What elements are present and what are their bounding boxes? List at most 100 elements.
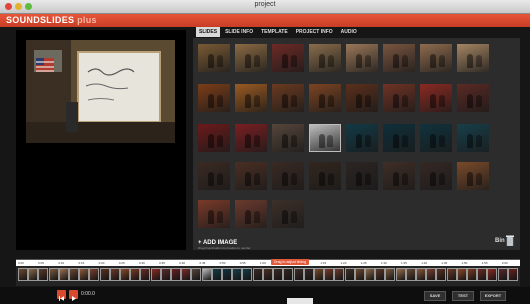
slide-thumbnail[interactable] xyxy=(346,162,378,190)
timeline-frame[interactable] xyxy=(507,268,518,281)
timeline-frame[interactable] xyxy=(385,268,396,281)
timeline-frame[interactable] xyxy=(140,268,151,281)
timeline-frame[interactable] xyxy=(130,268,141,281)
timeline-frame[interactable] xyxy=(69,268,80,281)
test-button[interactable]: TEST xyxy=(452,291,474,301)
slide-thumbnail[interactable] xyxy=(235,44,267,72)
timeline-frame[interactable] xyxy=(334,268,345,281)
timeline-frame[interactable] xyxy=(477,268,488,281)
slide-thumbnail[interactable] xyxy=(457,84,489,112)
timeline-frame[interactable] xyxy=(375,268,386,281)
timeline-frame[interactable] xyxy=(58,268,69,281)
slide-thumbnail[interactable] xyxy=(198,162,230,190)
app-edition: plus xyxy=(77,15,97,25)
timeline-frame[interactable] xyxy=(436,268,447,281)
slide-thumbnail[interactable] xyxy=(272,44,304,72)
timeline-frame[interactable] xyxy=(48,268,59,281)
slide-thumbnail[interactable] xyxy=(383,124,415,152)
slide-thumbnail[interactable] xyxy=(198,124,230,152)
timeline-frame[interactable] xyxy=(395,268,406,281)
timeline-frame[interactable] xyxy=(242,268,253,281)
slide-thumbnail[interactable] xyxy=(420,124,452,152)
slide-thumbnail[interactable] xyxy=(272,84,304,112)
timeline-frame[interactable] xyxy=(99,268,110,281)
slide-thumbnail[interactable] xyxy=(198,84,230,112)
slide-thumbnail[interactable] xyxy=(272,200,304,228)
tab-audio[interactable]: AUDIO xyxy=(338,27,360,37)
tab-template[interactable]: TEMPLATE xyxy=(258,27,291,37)
slide-thumbnail[interactable] xyxy=(346,84,378,112)
timeline-frame[interactable] xyxy=(354,268,365,281)
timeline-frame[interactable] xyxy=(446,268,457,281)
timeline-frame[interactable] xyxy=(201,268,212,281)
timeline-frame[interactable] xyxy=(303,268,314,281)
timeline-frame[interactable] xyxy=(405,268,416,281)
timeline-frame[interactable] xyxy=(160,268,171,281)
timeline-frame[interactable] xyxy=(38,268,49,281)
slide-thumbnail[interactable] xyxy=(309,124,341,152)
slide-thumbnail[interactable] xyxy=(457,124,489,152)
timeline-strip[interactable] xyxy=(18,268,518,281)
timeline[interactable]: 0:00 0:05 0:10 0:15 0:20 0:25 0:30 0:35 0:40 0:45… xyxy=(16,259,520,286)
slide-thumbnail[interactable] xyxy=(272,162,304,190)
timeline-frame[interactable] xyxy=(252,268,263,281)
slide-thumbnail[interactable] xyxy=(309,44,341,72)
export-button[interactable]: EXPORT xyxy=(480,291,506,301)
slide-thumbnail[interactable] xyxy=(235,84,267,112)
timeline-frame[interactable] xyxy=(222,268,233,281)
timeline-frame[interactable] xyxy=(415,268,426,281)
timeline-frame[interactable] xyxy=(497,268,508,281)
timeline-frame[interactable] xyxy=(344,268,355,281)
slide-thumbnail[interactable] xyxy=(198,44,230,72)
timeline-frame[interactable] xyxy=(120,268,131,281)
play-button[interactable] xyxy=(69,290,78,301)
trash-bin-icon[interactable] xyxy=(506,235,514,246)
timeline-frame[interactable] xyxy=(324,268,335,281)
slide-thumbnail[interactable] xyxy=(235,200,267,228)
timeline-frame[interactable] xyxy=(232,268,243,281)
timeline-frame[interactable] xyxy=(18,268,28,281)
tab-project-info[interactable]: PROJECT INFO xyxy=(293,27,336,37)
timeline-frame[interactable] xyxy=(191,268,202,281)
slide-thumbnail[interactable] xyxy=(272,124,304,152)
slide-thumbnail[interactable] xyxy=(420,162,452,190)
slide-thumbnail[interactable] xyxy=(235,162,267,190)
timeline-tick-label: 1:40 xyxy=(421,261,428,265)
timeline-ruler[interactable]: 0:00 0:05 0:10 0:15 0:20 0:25 0:30 0:35 0:40 0:45… xyxy=(16,260,520,266)
slide-thumbnail[interactable] xyxy=(309,162,341,190)
timeline-frame[interactable] xyxy=(171,268,182,281)
slide-thumbnail[interactable] xyxy=(457,162,489,190)
tab-slides[interactable]: SLIDES xyxy=(196,27,221,37)
slide-thumbnail[interactable] xyxy=(383,44,415,72)
timeline-frame[interactable] xyxy=(211,268,222,281)
rewind-button[interactable] xyxy=(57,290,66,301)
timeline-frame[interactable] xyxy=(466,268,477,281)
slide-thumbnail[interactable] xyxy=(420,44,452,72)
slide-thumbnail[interactable] xyxy=(383,162,415,190)
slide-thumbnail[interactable] xyxy=(346,44,378,72)
timeline-frame[interactable] xyxy=(456,268,467,281)
tab-slide-info[interactable]: SLIDE INFO xyxy=(222,27,256,37)
timeline-frame[interactable] xyxy=(293,268,304,281)
timeline-frame[interactable] xyxy=(262,268,273,281)
slide-thumbnail[interactable] xyxy=(420,84,452,112)
timeline-frame[interactable] xyxy=(426,268,437,281)
slide-thumbnail[interactable] xyxy=(457,44,489,72)
slide-thumbnail[interactable] xyxy=(346,124,378,152)
timeline-frame[interactable] xyxy=(150,268,161,281)
slide-thumbnail[interactable] xyxy=(383,84,415,112)
slide-thumbnail[interactable] xyxy=(235,124,267,152)
slide-thumbnail[interactable] xyxy=(309,84,341,112)
save-button[interactable]: SAVE xyxy=(424,291,446,301)
timeline-frame[interactable] xyxy=(79,268,90,281)
timeline-frame[interactable] xyxy=(313,268,324,281)
timeline-frame[interactable] xyxy=(364,268,375,281)
timeline-frame[interactable] xyxy=(273,268,284,281)
timeline-frame[interactable] xyxy=(283,268,294,281)
slide-thumbnail[interactable] xyxy=(198,200,230,228)
timeline-frame[interactable] xyxy=(89,268,100,281)
timeline-frame[interactable] xyxy=(487,268,498,281)
timeline-frame[interactable] xyxy=(28,268,39,281)
timeline-frame[interactable] xyxy=(181,268,192,281)
timeline-frame[interactable] xyxy=(109,268,120,281)
